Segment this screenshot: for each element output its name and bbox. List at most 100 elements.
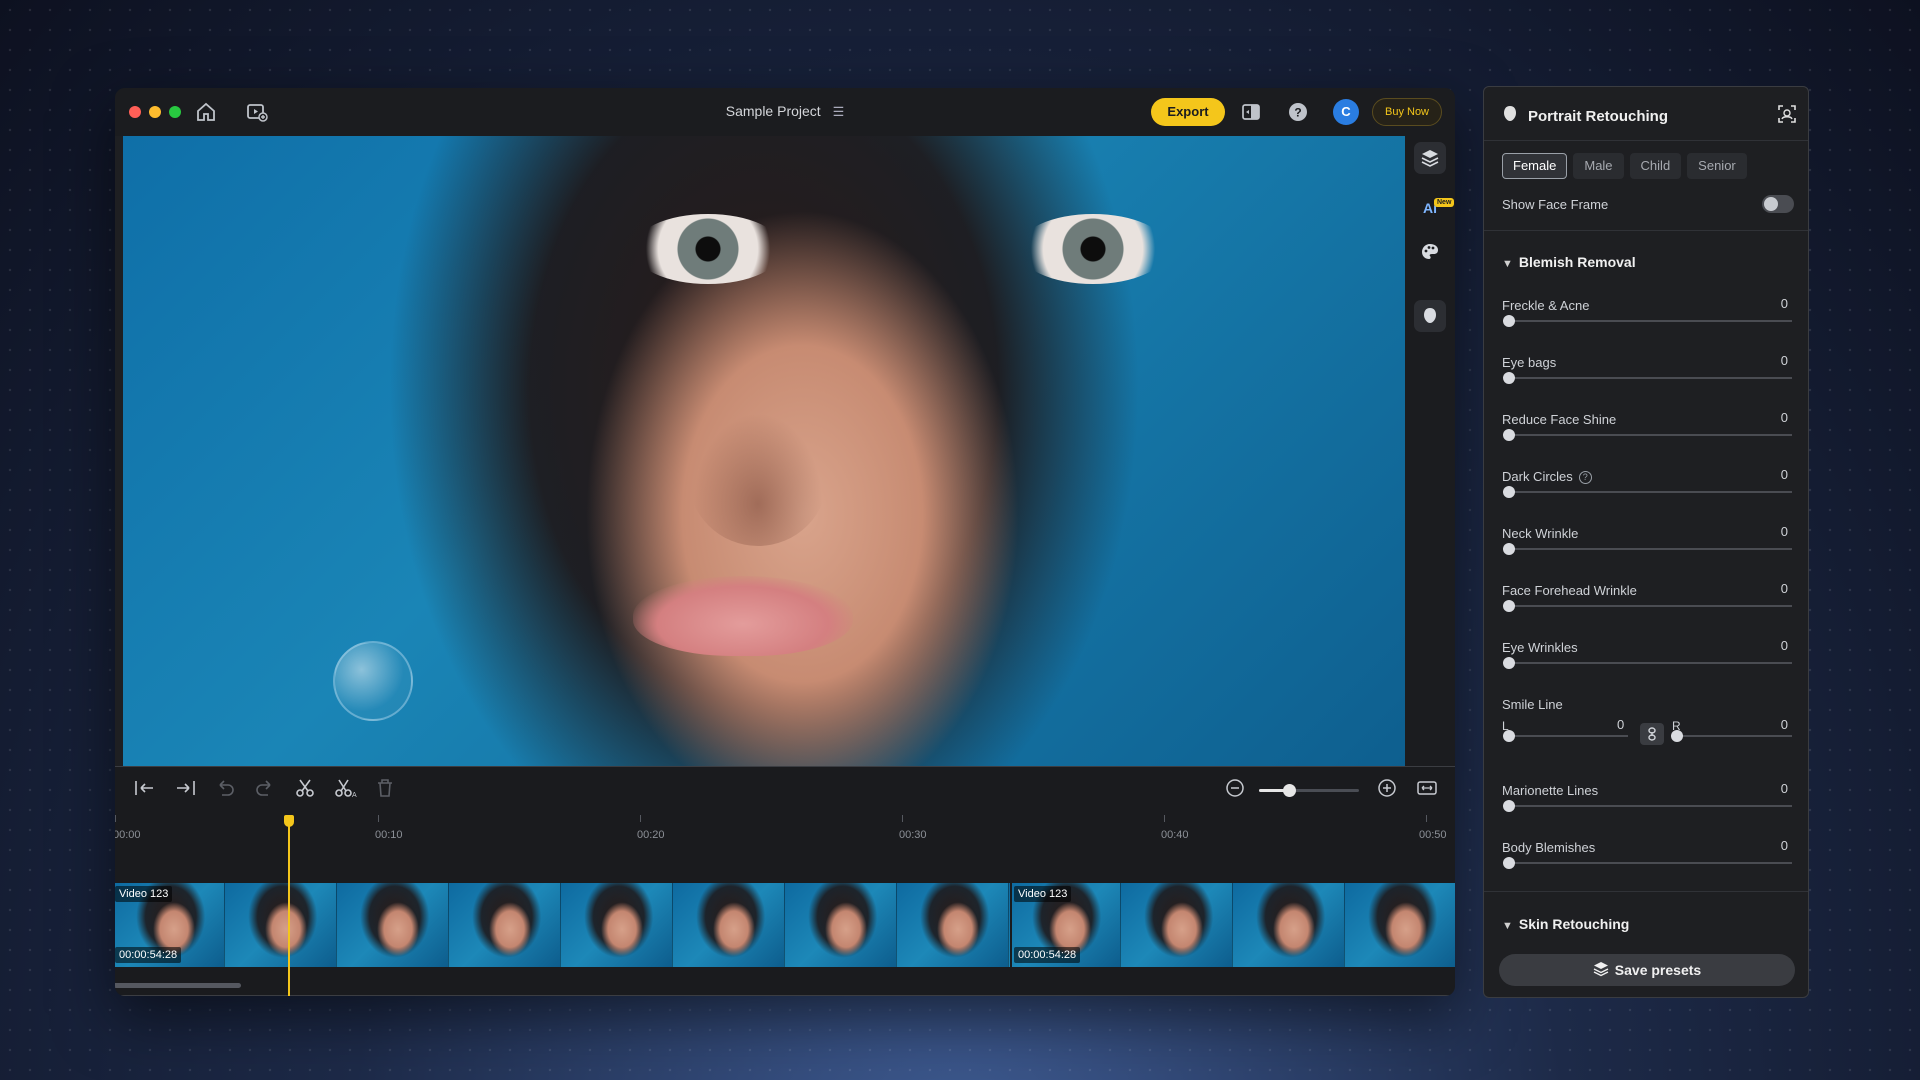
slider-track[interactable] <box>1508 434 1792 436</box>
new-badge: New <box>1434 198 1455 207</box>
slider-knob[interactable] <box>1503 372 1515 384</box>
divider <box>1484 230 1808 231</box>
jump-to-start-icon[interactable] <box>133 777 159 801</box>
face-frame-focus-icon[interactable] <box>1777 104 1799 126</box>
user-avatar[interactable]: C <box>1333 99 1359 125</box>
svg-text:?: ? <box>1294 106 1301 120</box>
slider-track[interactable] <box>1508 662 1792 664</box>
smile-line-left-track[interactable] <box>1508 735 1628 737</box>
ruler-tick <box>640 815 641 822</box>
layers-icon[interactable] <box>1414 142 1446 174</box>
slider-knob[interactable] <box>1503 315 1515 327</box>
clip-duration: 00:00:54:28 <box>115 947 182 963</box>
slider-value: 0 <box>1780 838 1788 853</box>
undo-icon[interactable] <box>213 777 239 801</box>
slider-label: Body Blemishes <box>1502 840 1596 855</box>
ai-tools-icon[interactable]: Ai <box>1414 192 1446 224</box>
redo-icon[interactable] <box>253 777 279 801</box>
zoom-in-icon[interactable] <box>1375 777 1401 801</box>
compare-view-icon[interactable] <box>1240 101 1262 123</box>
smile-line-right-knob[interactable] <box>1671 730 1683 742</box>
slider-knob[interactable] <box>1503 600 1515 612</box>
title-bar: Sample Project ☰ Export ? C Buy Now <box>115 88 1455 136</box>
slider-knob[interactable] <box>1503 857 1515 869</box>
buy-now-button[interactable]: Buy Now <box>1372 98 1442 126</box>
clip-frame <box>561 883 673 967</box>
timeline-panel: AI 00:00 00:10 00:20 00:30 00:4 <box>115 766 1455 996</box>
save-presets-button[interactable]: Save presets <box>1499 954 1795 986</box>
panel-title: Portrait Retouching <box>1528 108 1669 125</box>
segment-senior[interactable]: Senior <box>1687 153 1747 179</box>
dark-circles-slider-row: Dark Circles? 0 <box>1502 467 1792 515</box>
face-forehead-wrinkle-slider-row: Face Forehead Wrinkle 0 <box>1502 581 1792 629</box>
smile-line-left-value: 0 <box>1617 717 1625 732</box>
link-icon[interactable] <box>1640 723 1664 745</box>
clip-frame <box>673 883 785 967</box>
slider-value: 0 <box>1780 781 1788 796</box>
eye-bags-slider-row: Eye bags 0 <box>1502 353 1792 401</box>
presets-icon <box>1593 961 1609 980</box>
show-face-frame-label: Show Face Frame <box>1502 197 1609 212</box>
time-ruler[interactable]: 00:00 00:10 00:20 00:30 00:40 00:50 <box>115 815 1455 855</box>
segment-male[interactable]: Male <box>1573 153 1624 179</box>
smile-line-right-value: 0 <box>1780 717 1788 732</box>
slider-label-wrap: Dark Circles? <box>1502 469 1592 484</box>
show-face-frame-toggle[interactable] <box>1762 195 1794 213</box>
slider-label: Eye bags <box>1502 355 1557 370</box>
slider-value: 0 <box>1780 467 1788 482</box>
palette-icon[interactable] <box>1414 236 1446 268</box>
ruler-tick <box>115 815 116 822</box>
slider-knob[interactable] <box>1503 486 1515 498</box>
help-icon[interactable]: ? <box>1287 101 1309 123</box>
portrait-retouching-panel: Portrait Retouching Female Male Child Se… <box>1483 86 1809 998</box>
split-icon[interactable] <box>293 777 319 801</box>
zoom-out-icon[interactable] <box>1223 777 1249 801</box>
caret-down-icon: ▼ <box>1502 258 1513 270</box>
clip-frame <box>897 883 1009 967</box>
slider-track[interactable] <box>1508 377 1792 379</box>
body-blemishes-slider-row: Body Blemishes 0 <box>1502 838 1792 886</box>
slider-track[interactable] <box>1508 605 1792 607</box>
blemish-removal-header[interactable]: ▼ Blemish Removal <box>1502 254 1636 270</box>
jump-to-end-icon[interactable] <box>173 777 199 801</box>
slider-label: Marionette Lines <box>1502 783 1599 798</box>
slider-track[interactable] <box>1508 862 1792 864</box>
export-button[interactable]: Export <box>1151 98 1225 126</box>
skin-retouching-header[interactable]: ▼ Skin Retouching <box>1502 916 1629 932</box>
ruler-label: 00:20 <box>637 829 665 841</box>
zoom-slider[interactable] <box>1259 784 1359 797</box>
smile-line-right-track[interactable] <box>1676 735 1792 737</box>
gender-age-selector: Female Male Child Senior <box>1502 153 1747 179</box>
slider-knob[interactable] <box>1503 657 1515 669</box>
segment-child[interactable]: Child <box>1629 153 1682 179</box>
list-icon[interactable]: ☰ <box>833 104 845 120</box>
reduce-face-shine-slider-row: Reduce Face Shine 0 <box>1502 410 1792 458</box>
portrait-retouch-icon[interactable] <box>1414 300 1446 332</box>
slider-knob[interactable] <box>1503 800 1515 812</box>
ai-cut-icon[interactable]: AI <box>333 777 359 801</box>
video-preview[interactable] <box>123 136 1405 766</box>
slider-track[interactable] <box>1508 805 1792 807</box>
slider-knob[interactable] <box>1503 543 1515 555</box>
ruler-label: 00:30 <box>899 829 927 841</box>
divider <box>1484 891 1808 892</box>
freckle-acne-slider-row: Freckle & Acne 0 <box>1502 296 1792 344</box>
clip-frame <box>1345 883 1455 967</box>
slider-track[interactable] <box>1508 491 1792 493</box>
timeline-scrollbar[interactable] <box>115 983 241 988</box>
playhead-line[interactable] <box>288 817 290 996</box>
zoom-slider-knob[interactable] <box>1283 784 1296 797</box>
slider-knob[interactable] <box>1503 429 1515 441</box>
slider-track[interactable] <box>1508 548 1792 550</box>
video-track[interactable]: Video 123 00:00:54:28 Video 123 00:00:54… <box>115 883 1455 967</box>
slider-label: Freckle & Acne <box>1502 298 1590 313</box>
neck-wrinkle-slider-row: Neck Wrinkle 0 <box>1502 524 1792 572</box>
save-presets-label: Save presets <box>1614 962 1702 978</box>
fit-timeline-icon[interactable] <box>1415 777 1441 801</box>
slider-track[interactable] <box>1508 320 1792 322</box>
smile-line-left-knob[interactable] <box>1503 730 1515 742</box>
delete-icon[interactable] <box>373 777 399 801</box>
segment-female[interactable]: Female <box>1502 153 1568 179</box>
playhead-handle[interactable] <box>284 815 294 827</box>
info-icon[interactable]: ? <box>1578 471 1592 484</box>
